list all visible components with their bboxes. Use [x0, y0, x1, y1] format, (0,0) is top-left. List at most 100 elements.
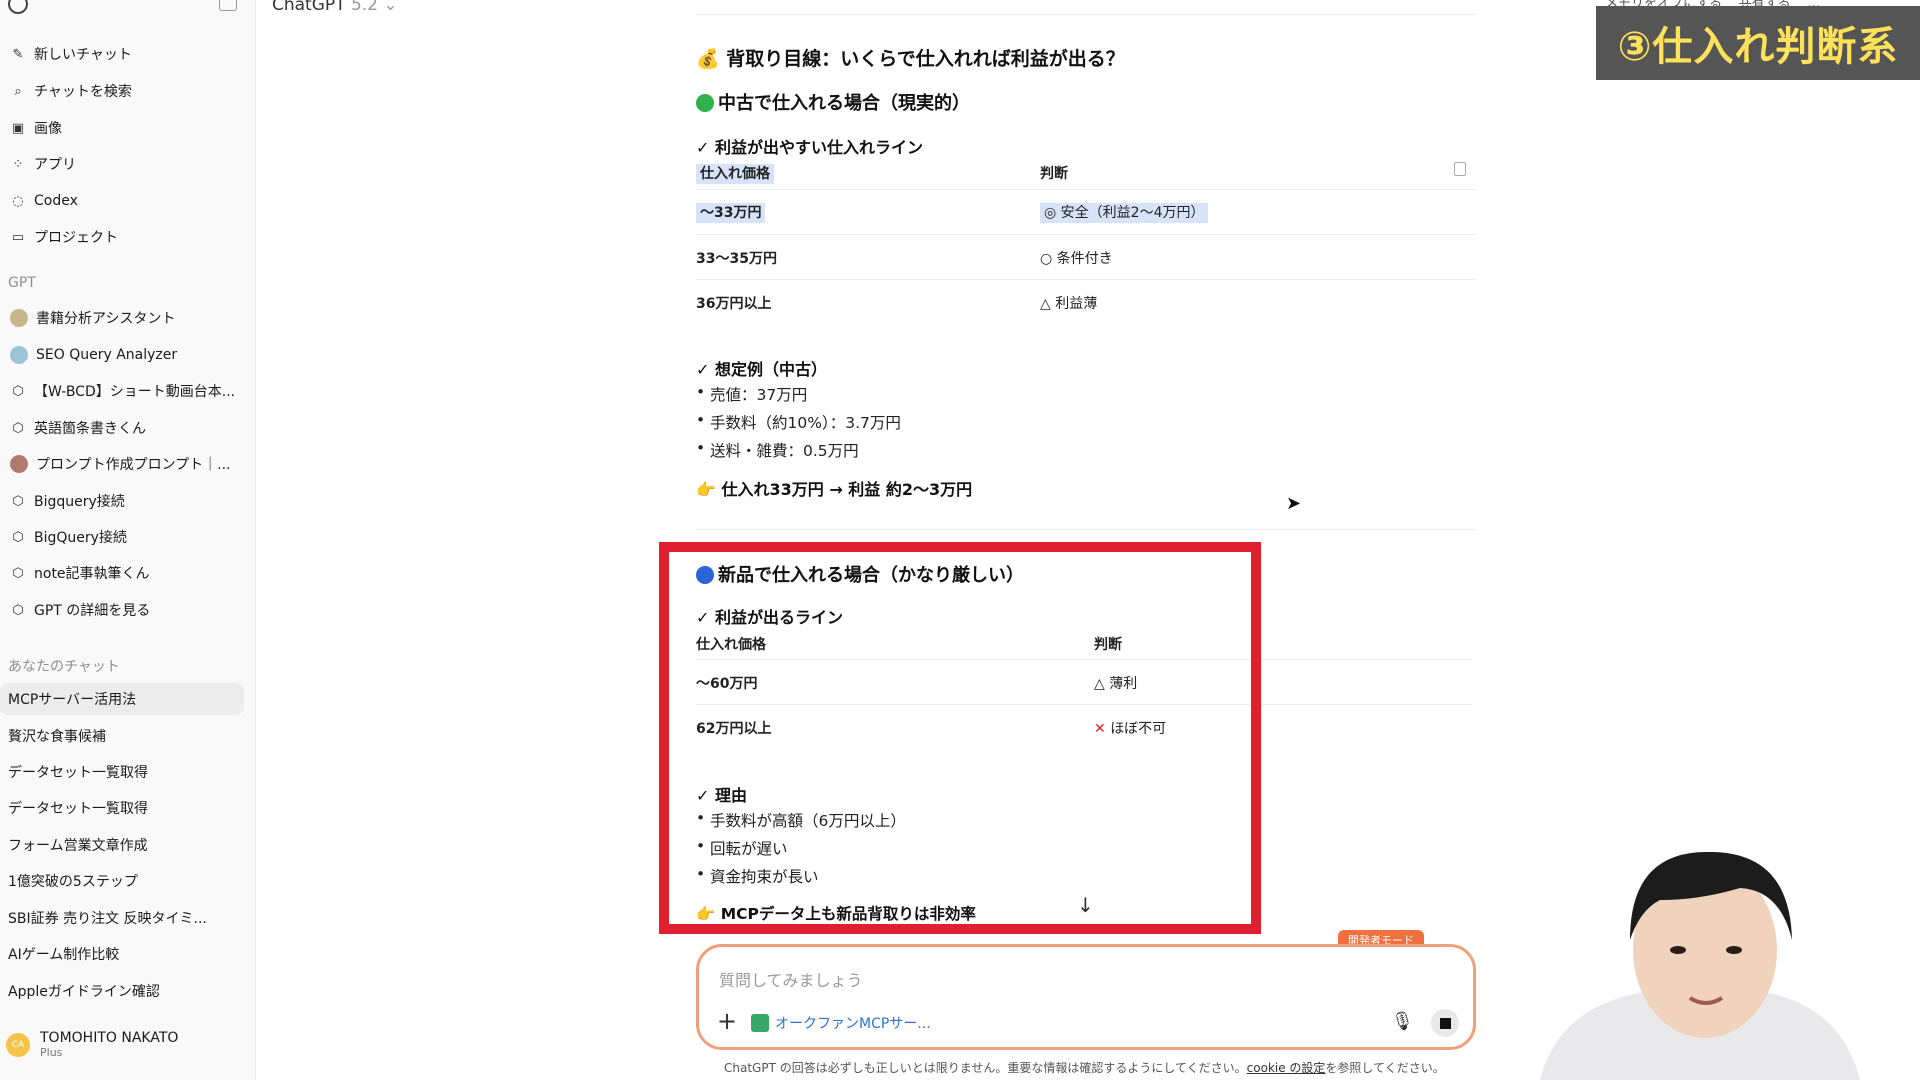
openai-logo-icon[interactable]	[8, 0, 28, 14]
divider	[696, 529, 1476, 530]
gpt-item-label: GPT の詳細を見る	[34, 603, 151, 619]
gpt-item[interactable]: 書籍分析アシスタント	[4, 302, 248, 334]
list-item: 送料・雑費：0.5万円	[696, 439, 859, 461]
chat-item[interactable]: フォーム営業文章作成	[0, 829, 244, 861]
highlight-box	[659, 542, 1261, 934]
chat-item[interactable]: MCPサーバー活用法	[0, 683, 244, 715]
gpt-avatar-icon	[10, 309, 28, 327]
chat-item[interactable]: SBI証券 売り注文 反映タイミ...	[0, 902, 244, 934]
gpt-item-label: Bigquery接続	[34, 494, 125, 510]
avatar: CA	[6, 1032, 30, 1057]
gpt-item-label: プロンプト作成プロンプト｜...	[36, 457, 231, 473]
gpt-avatar-icon	[10, 346, 28, 364]
sidebar-item-label: 画像	[34, 121, 62, 137]
cookie-settings-link[interactable]: cookie の設定	[1247, 1061, 1326, 1075]
model-selector[interactable]: ChatGPT 5.2 ⌄	[272, 0, 398, 15]
cube-icon: ⬡	[12, 529, 24, 545]
model-name: ChatGPT	[272, 0, 346, 15]
chat-item-label: データセット一覧取得	[8, 801, 148, 817]
codex-icon: ◌	[12, 193, 24, 209]
composer: 質問してみましょう + オークファンMCPサー... 🎙	[696, 944, 1476, 1050]
used-conclusion: 👉 仕入れ33万円 → 利益 約2〜3万円	[696, 480, 973, 499]
sidebar-item-codex[interactable]: ◌ Codex	[4, 185, 248, 217]
chat-item[interactable]: データセット一覧取得	[0, 756, 244, 788]
prompt-input[interactable]: 質問してみましょう	[719, 967, 863, 991]
gpt-item[interactable]: SEO Query Analyzer	[4, 339, 248, 371]
tool-chip[interactable]: オークファンMCPサー...	[751, 1013, 931, 1033]
cell-judge: △ 利益薄	[1040, 296, 1098, 312]
microphone-icon[interactable]: 🎙	[1391, 1011, 1414, 1032]
chat-item-label: Appleガイドライン確認	[8, 984, 160, 1000]
chat-item-label: フォーム営業文章作成	[8, 838, 148, 854]
sidebar-item-label: アプリ	[34, 157, 76, 173]
gpt-item[interactable]: ⬡ BigQuery接続	[4, 521, 248, 553]
gpt-item-label: note記事執筆くん	[34, 566, 150, 582]
sidebar-item-label: Codex	[34, 193, 78, 209]
scroll-down-icon[interactable]: ↓	[1077, 893, 1094, 917]
stop-button[interactable]	[1431, 1009, 1459, 1037]
gpt-item[interactable]: ⬡ GPT の詳細を見る	[4, 594, 248, 626]
gpt-avatar-icon	[10, 455, 28, 473]
cell-price: 33〜35万円	[696, 251, 777, 267]
chat-item-label: 贅沢な食事候補	[8, 729, 106, 745]
sidebar-item-apps[interactable]: ⁘ アプリ	[4, 148, 248, 180]
disclaimer-suffix: を参照してください。	[1325, 1061, 1445, 1075]
cell-judge: ◎ 安全（利益2〜4万円）	[1040, 203, 1209, 223]
chat-item-label: データセット一覧取得	[8, 765, 148, 781]
used-subheading: ✓ 利益が出やすい仕入れライン	[696, 138, 923, 157]
gpt-item[interactable]: ⬡ 英語箇条書きくん	[4, 412, 248, 444]
gpt-item[interactable]: ⬡ Bigquery接続	[4, 485, 248, 517]
example-heading: ✓ 想定例（中古）	[696, 360, 827, 379]
list-item: 売値：37万円	[696, 383, 807, 405]
gpt-item[interactable]: ⬡ 【W-BCD】ショート動画台本...	[4, 375, 248, 407]
gpt-item-label: 【W-BCD】ショート動画台本...	[34, 384, 236, 400]
edit-icon: ✎	[12, 46, 24, 62]
sidebar-item-label: 新しいチャット	[34, 47, 132, 63]
cell-judge: ○ 条件付き	[1040, 251, 1113, 267]
user-plan: Plus	[40, 1046, 63, 1059]
divider	[696, 14, 1476, 15]
tool-chip-label: オークファンMCPサー...	[775, 1016, 931, 1032]
sidebar-item-images[interactable]: ▣ 画像	[4, 112, 248, 144]
sidebar-item-label: プロジェクト	[34, 230, 118, 246]
chat-item[interactable]: AIゲーム制作比較	[0, 938, 244, 970]
video-overlay-title: ③仕入れ判断系	[1596, 6, 1920, 80]
gpt-item-label: 書籍分析アシスタント	[36, 311, 176, 327]
model-version: 5.2	[350, 0, 378, 15]
user-profile[interactable]: CA TOMOHITO NAKATO Plus	[6, 1030, 178, 1059]
sidebar-toggle-icon[interactable]	[219, 0, 237, 11]
chat-item[interactable]: 贅沢な食事候補	[0, 720, 244, 752]
stop-icon	[1439, 1017, 1451, 1029]
webcam-overlay	[1500, 830, 1920, 1080]
cell-price: 〜33万円	[696, 203, 766, 223]
cube-icon: ⬡	[12, 565, 24, 581]
mouse-cursor-icon: ➤	[1286, 493, 1302, 514]
gpt-section-label: GPT	[8, 275, 36, 291]
cell-price: 36万円以上	[696, 296, 772, 312]
disclaimer-text: ChatGPT の回答は必ずしも正しいとは限りません。重要な情報は確認するように…	[724, 1061, 1247, 1075]
image-icon: ▣	[11, 120, 25, 136]
gpt-item[interactable]: プロンプト作成プロンプト｜...	[4, 448, 248, 480]
used-heading-text: 中古で仕入れる場合（現実的）	[718, 93, 970, 114]
col-price-header: 仕入れ価格	[696, 164, 774, 184]
add-attachment-button[interactable]: +	[717, 1007, 737, 1035]
copy-icon[interactable]	[1454, 162, 1466, 176]
chat-item[interactable]: 1億突破の5ステップ	[0, 865, 244, 897]
chat-item[interactable]: データセット一覧取得	[0, 792, 244, 824]
cube-icon: ⬡	[12, 383, 24, 399]
folder-icon: ▭	[11, 229, 25, 245]
table-divider	[696, 279, 1476, 280]
sidebar: ✎ 新しいチャット ⌕ チャットを検索 ▣ 画像 ⁘ アプリ ◌ Codex ▭…	[0, 0, 256, 1080]
chats-section-label: あなたのチャット	[8, 659, 120, 675]
sidebar-item-new-chat[interactable]: ✎ 新しいチャット	[4, 38, 248, 70]
gpt-item-label: SEO Query Analyzer	[36, 347, 178, 363]
chat-item[interactable]: Appleガイドライン確認	[0, 975, 244, 1007]
table-divider	[696, 234, 1476, 235]
chat-item-label: 1億突破の5ステップ	[8, 874, 138, 890]
table-header: 仕入れ価格	[696, 163, 774, 184]
sidebar-item-projects[interactable]: ▭ プロジェクト	[4, 221, 248, 253]
list-item: 手数料（約10%）：3.7万円	[696, 411, 901, 433]
search-icon: ⌕	[14, 83, 22, 99]
gpt-item[interactable]: ⬡ note記事執筆くん	[4, 557, 248, 589]
sidebar-item-search[interactable]: ⌕ チャットを検索	[4, 75, 248, 107]
